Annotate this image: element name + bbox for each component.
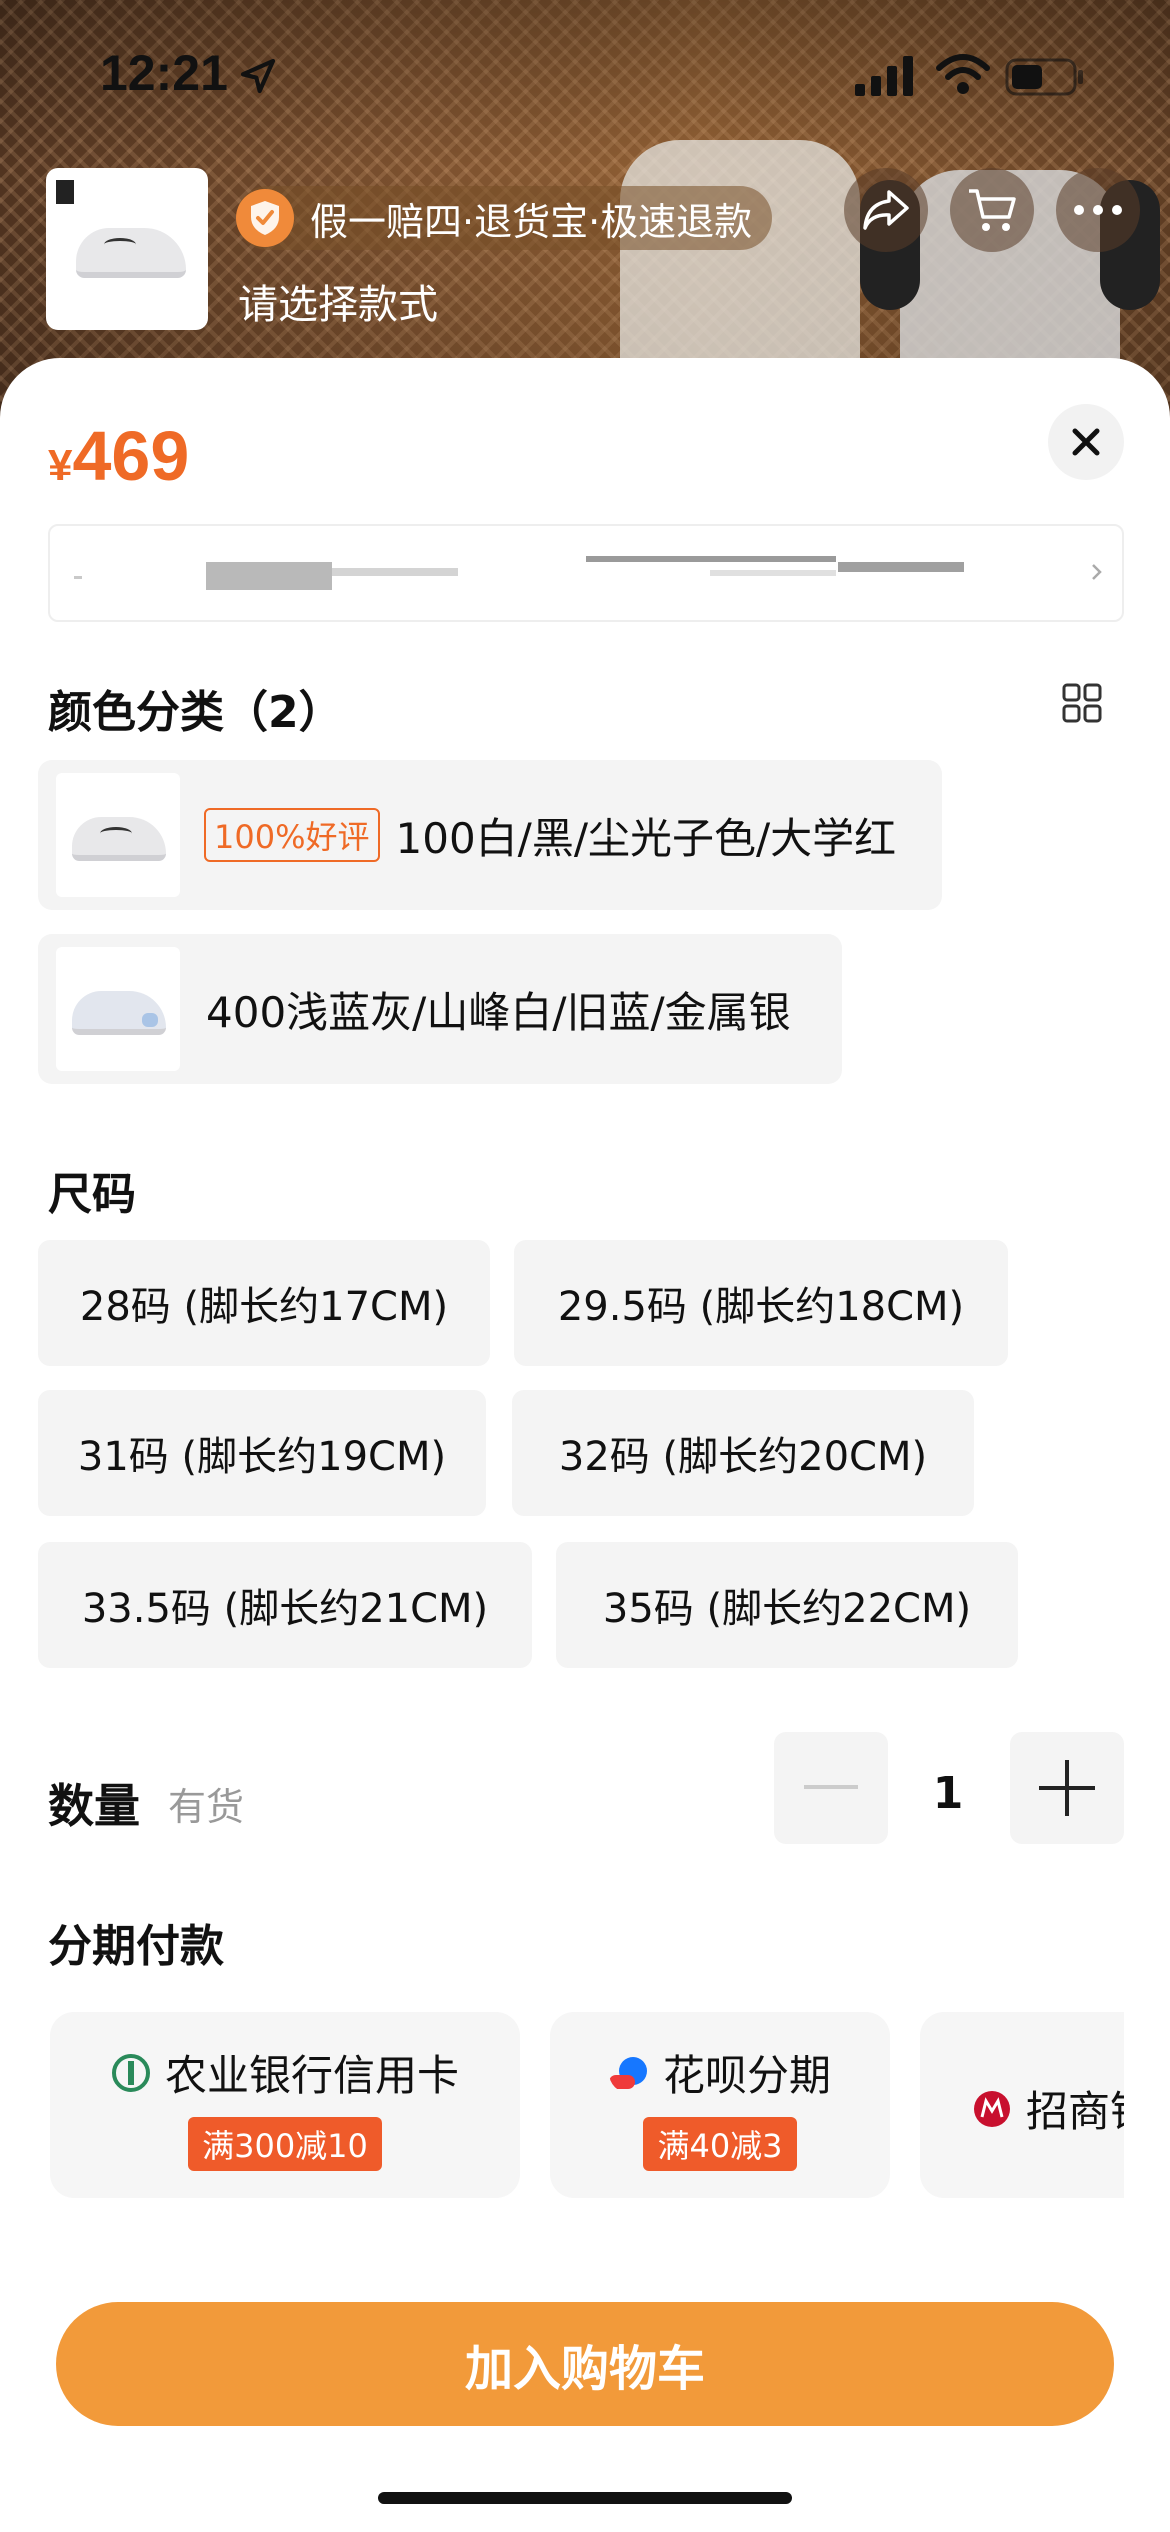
color-section-title: 颜色分类（2） <box>48 687 343 738</box>
installment-promo: 满300减10 <box>188 2117 382 2171</box>
size-option[interactable]: 31码 (脚长约19CM) <box>38 1390 486 1516</box>
huabei-icon <box>608 2056 647 2089</box>
location-arrow-icon <box>240 58 276 94</box>
installment-promo: 满40减3 <box>643 2117 797 2171</box>
cart-shortcut-button[interactable] <box>950 168 1034 252</box>
shoe-image <box>76 228 186 278</box>
add-to-cart-button[interactable]: 加入购物车 <box>56 2302 1114 2426</box>
cart-icon <box>969 189 1016 231</box>
size-option[interactable]: 32码 (脚长约20CM) <box>512 1390 974 1516</box>
size-section-title: 尺码 <box>48 1169 136 1220</box>
chevron-right-icon <box>1092 564 1102 580</box>
close-button[interactable] <box>1048 404 1124 480</box>
color-label: 400浅蓝灰/山峰白/旧蓝/金属银 <box>206 987 791 1037</box>
installment-title: 分期付款 <box>48 1921 224 1972</box>
installment-name: 农业银行信用卡 <box>164 2051 459 2100</box>
installment-card[interactable]: 花呗分期 满40减3 <box>550 2012 890 2198</box>
size-option[interactable]: 28码 (脚长约17CM) <box>38 1240 490 1366</box>
increase-quantity-button[interactable] <box>1010 1732 1124 1844</box>
select-style-hint: 请选择款式 <box>238 282 438 328</box>
more-button[interactable] <box>1056 168 1140 252</box>
promo-strip[interactable] <box>48 524 1124 622</box>
size-option[interactable]: 29.5码 (脚长约18CM) <box>514 1240 1008 1366</box>
installment-card[interactable]: 招商银行 <box>920 2012 1124 2198</box>
color-option[interactable]: 400浅蓝灰/山峰白/旧蓝/金属银 <box>38 934 842 1084</box>
plus-icon <box>1039 1760 1095 1816</box>
share-button[interactable] <box>844 168 928 252</box>
size-option[interactable]: 35码 (脚长约22CM) <box>556 1542 1018 1668</box>
sku-selector-sheet: ¥469 颜色分类（2） 100%好评 100白/黑/尘光子色/大学红 400浅… <box>0 358 1170 2532</box>
price-amount: 469 <box>72 417 190 495</box>
stock-status: 有货 <box>168 1785 245 1829</box>
status-time: 12:21 <box>100 45 228 101</box>
battery-icon <box>1005 58 1083 96</box>
status-bar: 12:21 <box>0 0 1170 150</box>
minus-icon <box>804 1785 858 1789</box>
home-indicator[interactable] <box>378 2492 792 2504</box>
price-currency: ¥ <box>48 441 73 490</box>
cellular-signal-icon <box>855 56 913 96</box>
installment-name: 花呗分期 <box>662 2051 831 2100</box>
share-icon <box>863 190 909 230</box>
price: ¥469 <box>48 416 189 496</box>
more-dots-icon <box>1074 205 1122 215</box>
installment-card[interactable]: 农业银行信用卡 满300减10 <box>50 2012 520 2198</box>
brand-logo <box>56 180 74 204</box>
shield-check-icon <box>236 189 294 247</box>
installment-name: 招商银行 <box>1026 2087 1124 2136</box>
shoe-image <box>72 991 166 1035</box>
guarantee-banner: 假一赔四·退货宝·极速退款 <box>236 186 773 250</box>
rating-badge: 100%好评 <box>204 808 380 862</box>
guarantee-text: 假一赔四·退货宝·极速退款 <box>310 199 753 244</box>
color-thumbnail <box>56 947 180 1071</box>
wifi-icon <box>936 54 990 94</box>
size-option[interactable]: 33.5码 (脚长约21CM) <box>38 1542 532 1668</box>
decrease-quantity-button[interactable] <box>774 1732 888 1844</box>
color-thumbnail <box>56 773 180 897</box>
close-icon <box>1072 428 1100 456</box>
quantity-label: 数量 <box>48 1779 140 1833</box>
shoe-image <box>72 817 166 861</box>
backdrop-shirt <box>620 140 860 380</box>
cmb-bank-icon <box>974 2090 1010 2127</box>
color-label: 100白/黑/尘光子色/大学红 <box>395 813 897 863</box>
color-option[interactable]: 100%好评 100白/黑/尘光子色/大学红 <box>38 760 942 910</box>
product-thumbnail[interactable] <box>46 168 208 330</box>
quantity-value[interactable]: 1 <box>916 1768 980 1819</box>
grid-view-icon[interactable] <box>1062 683 1102 723</box>
abc-bank-icon <box>111 2053 150 2092</box>
